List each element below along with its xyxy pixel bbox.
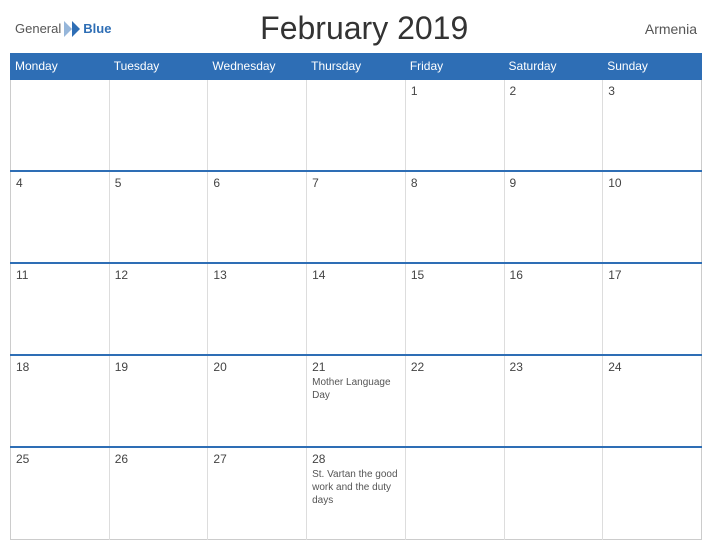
calendar-cell: 9 <box>504 171 603 263</box>
calendar-cell: 4 <box>11 171 110 263</box>
calendar-week-row: 123 <box>11 79 702 171</box>
col-monday: Monday <box>11 54 110 80</box>
day-number: 19 <box>115 360 203 374</box>
calendar-cell <box>109 79 208 171</box>
calendar-cell: 8 <box>405 171 504 263</box>
day-number: 15 <box>411 268 499 282</box>
country-label: Armenia <box>617 21 697 37</box>
day-number: 13 <box>213 268 301 282</box>
calendar-cell: 27 <box>208 447 307 539</box>
day-number: 27 <box>213 452 301 466</box>
day-number: 12 <box>115 268 203 282</box>
month-title: February 2019 <box>111 10 617 47</box>
day-number: 9 <box>510 176 598 190</box>
day-number: 25 <box>16 452 104 466</box>
day-number: 17 <box>608 268 696 282</box>
logo-blue: Blue <box>83 21 111 36</box>
calendar-cell: 16 <box>504 263 603 355</box>
calendar-week-row: 456789 10 <box>11 171 702 263</box>
day-number: 7 <box>312 176 400 190</box>
col-thursday: Thursday <box>307 54 406 80</box>
calendar-header-row: Monday Tuesday Wednesday Thursday Friday… <box>11 54 702 80</box>
page: General Blue February 2019 Armenia Monda… <box>0 0 712 550</box>
calendar-cell: 17 <box>603 263 702 355</box>
calendar-cell <box>504 447 603 539</box>
day-number: 10 <box>608 176 696 190</box>
calendar-table: Monday Tuesday Wednesday Thursday Friday… <box>10 53 702 540</box>
calendar-cell: 15 <box>405 263 504 355</box>
calendar-cell <box>11 79 110 171</box>
calendar-cell: 7 <box>307 171 406 263</box>
header: General Blue February 2019 Armenia <box>10 10 702 47</box>
col-saturday: Saturday <box>504 54 603 80</box>
day-number: 16 <box>510 268 598 282</box>
col-tuesday: Tuesday <box>109 54 208 80</box>
calendar-cell: 19 <box>109 355 208 447</box>
calendar-cell: 13 <box>208 263 307 355</box>
day-number: 28 <box>312 452 400 466</box>
flag-icon <box>62 19 82 39</box>
calendar-cell <box>603 447 702 539</box>
day-number: 11 <box>16 268 104 282</box>
calendar-cell <box>405 447 504 539</box>
calendar-week-row: 18 19 20 21 Mother Language Day 22 23 24 <box>11 355 702 447</box>
calendar-cell: 1 <box>405 79 504 171</box>
calendar-cell: 2 <box>504 79 603 171</box>
col-sunday: Sunday <box>603 54 702 80</box>
calendar-cell: 12 <box>109 263 208 355</box>
calendar-cell: 20 <box>208 355 307 447</box>
calendar-cell: 5 <box>109 171 208 263</box>
col-friday: Friday <box>405 54 504 80</box>
calendar-cell: 10 <box>603 171 702 263</box>
day-number: 21 <box>312 360 400 374</box>
day-number: 1 <box>411 84 499 98</box>
calendar-cell: 21 Mother Language Day <box>307 355 406 447</box>
calendar-cell: 14 <box>307 263 406 355</box>
day-number: 14 <box>312 268 400 282</box>
event-text: Mother Language Day <box>312 377 390 401</box>
day-number: 20 <box>213 360 301 374</box>
day-number: 24 <box>608 360 696 374</box>
logo-general: General <box>15 21 61 36</box>
calendar-cell: 23 <box>504 355 603 447</box>
day-number: 26 <box>115 452 203 466</box>
calendar-cell: 25 <box>11 447 110 539</box>
day-number: 22 <box>411 360 499 374</box>
calendar-week-row: 11 12 13 14 15 16 17 <box>11 263 702 355</box>
calendar-cell <box>208 79 307 171</box>
calendar-cell: 18 <box>11 355 110 447</box>
calendar-cell: 24 <box>603 355 702 447</box>
col-wednesday: Wednesday <box>208 54 307 80</box>
day-number: 5 <box>115 176 203 190</box>
calendar-cell: 28 St. Vartan the good work and the duty … <box>307 447 406 539</box>
day-number: 23 <box>510 360 598 374</box>
calendar-cell: 3 <box>603 79 702 171</box>
day-number: 18 <box>16 360 104 374</box>
day-number: 4 <box>16 176 104 190</box>
day-number: 8 <box>411 176 499 190</box>
logo: General Blue <box>15 19 111 39</box>
day-number: 3 <box>608 84 696 98</box>
calendar-cell: 6 <box>208 171 307 263</box>
calendar-cell <box>307 79 406 171</box>
calendar-cell: 26 <box>109 447 208 539</box>
day-number: 2 <box>510 84 598 98</box>
day-number: 6 <box>213 176 301 190</box>
calendar-week-row: 25 26 27 28 St. Vartan the good work and the… <box>11 447 702 539</box>
calendar-cell: 11 <box>11 263 110 355</box>
calendar-cell: 22 <box>405 355 504 447</box>
event-text: St. Vartan the good work and the duty da… <box>312 469 397 506</box>
